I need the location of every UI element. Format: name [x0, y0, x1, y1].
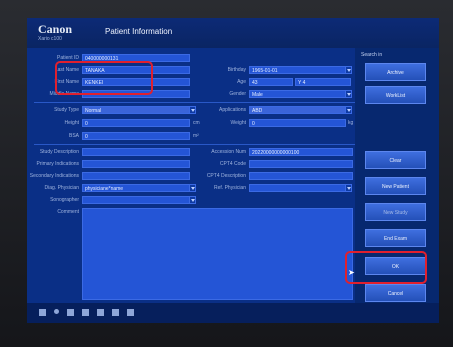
weight-unit: kg — [348, 120, 354, 126]
weight-label: Weight — [230, 120, 246, 126]
study-description-label: Study Description — [39, 149, 79, 155]
secondary-indications-label: Secondary Indications — [29, 173, 79, 179]
model-name: Xario c100 — [38, 36, 62, 42]
birthday-label: Birthday — [227, 67, 246, 73]
section-divider — [34, 144, 356, 145]
cpt4-description-label: CPT4 Description — [206, 173, 246, 179]
cpt4-code-field[interactable] — [249, 160, 353, 168]
end-exam-button[interactable]: End Exam — [365, 229, 426, 247]
gender-dropdown-icon[interactable] — [345, 90, 352, 98]
birthday-field[interactable]: 1965-01-01 — [249, 66, 346, 74]
ok-button-highlight — [345, 251, 427, 284]
brand-logo: Canon — [38, 22, 73, 36]
ref-physician-select[interactable] — [249, 184, 346, 192]
ref-physician-label: Ref. Physician — [214, 185, 246, 191]
clear-button[interactable]: Clear — [365, 151, 426, 169]
comment-label: Comment — [57, 209, 79, 215]
accession-num-label: Accession Num — [211, 149, 246, 155]
cpt4-code-label: CPT4 Code — [219, 161, 246, 167]
storage-icon — [67, 309, 74, 316]
name-fields-highlight — [55, 61, 153, 95]
probe-icon — [39, 309, 46, 316]
new-study-button[interactable]: New Study — [365, 203, 426, 221]
sonographer-dropdown-icon[interactable] — [189, 196, 196, 204]
worklist-button[interactable]: WorkList — [365, 86, 426, 104]
sonographer-label: Sonographer — [50, 197, 79, 203]
applications-label: Applications — [219, 107, 246, 113]
cpt4-description-field[interactable] — [249, 172, 353, 180]
cancel-button[interactable]: Cancel — [365, 284, 426, 302]
gender-select[interactable]: Male — [249, 90, 346, 98]
dot-icon — [54, 309, 59, 314]
bsa-unit: m² — [193, 133, 199, 139]
age-label: Age — [237, 79, 246, 85]
primary-indications-label: Primary Indications — [36, 161, 79, 167]
height-field[interactable]: 0 — [82, 119, 190, 127]
birthday-dropdown-icon[interactable] — [345, 66, 352, 74]
page-title: Patient Information — [105, 27, 173, 36]
network-icon — [82, 309, 89, 316]
save-icon — [112, 309, 119, 316]
diag-physician-select[interactable]: physiciane*name — [82, 184, 190, 192]
study-type-label: Study Type — [54, 107, 79, 113]
bsa-field[interactable]: 0 — [82, 132, 190, 140]
applications-select[interactable]: ABD — [249, 106, 346, 114]
new-patient-button[interactable]: New Patient — [365, 177, 426, 195]
diag-physician-label: Diag. Physician — [44, 185, 79, 191]
primary-indications-field[interactable] — [82, 160, 190, 168]
age-field[interactable]: 43 — [249, 78, 293, 86]
mouse-pointer-icon: ➤ — [348, 268, 355, 277]
ref-physician-dropdown-icon[interactable] — [345, 184, 352, 192]
applications-dropdown-icon[interactable] — [345, 106, 352, 114]
title-bar: Canon Xario c100 Patient Information — [27, 18, 439, 48]
secondary-indications-field[interactable] — [82, 172, 190, 180]
section-divider — [34, 102, 356, 103]
study-description-field[interactable] — [82, 148, 190, 156]
height-label: Height — [64, 120, 79, 126]
comment-textarea[interactable] — [82, 208, 353, 300]
status-bar — [27, 303, 439, 323]
bsa-label: BSA — [68, 133, 79, 139]
accession-num-field[interactable]: 20220000000000100 — [249, 148, 353, 156]
archive-button[interactable]: Archive — [365, 63, 426, 81]
weight-field[interactable]: 0 — [249, 119, 346, 127]
sonographer-select[interactable] — [82, 196, 190, 204]
disk-icon — [127, 309, 134, 316]
search-in-label: Search in — [361, 52, 383, 58]
gender-label: Gender — [229, 91, 246, 97]
study-type-select[interactable]: Normal — [82, 106, 190, 114]
printer-icon — [97, 309, 104, 316]
age-months-field[interactable]: Y 4 — [295, 78, 351, 86]
